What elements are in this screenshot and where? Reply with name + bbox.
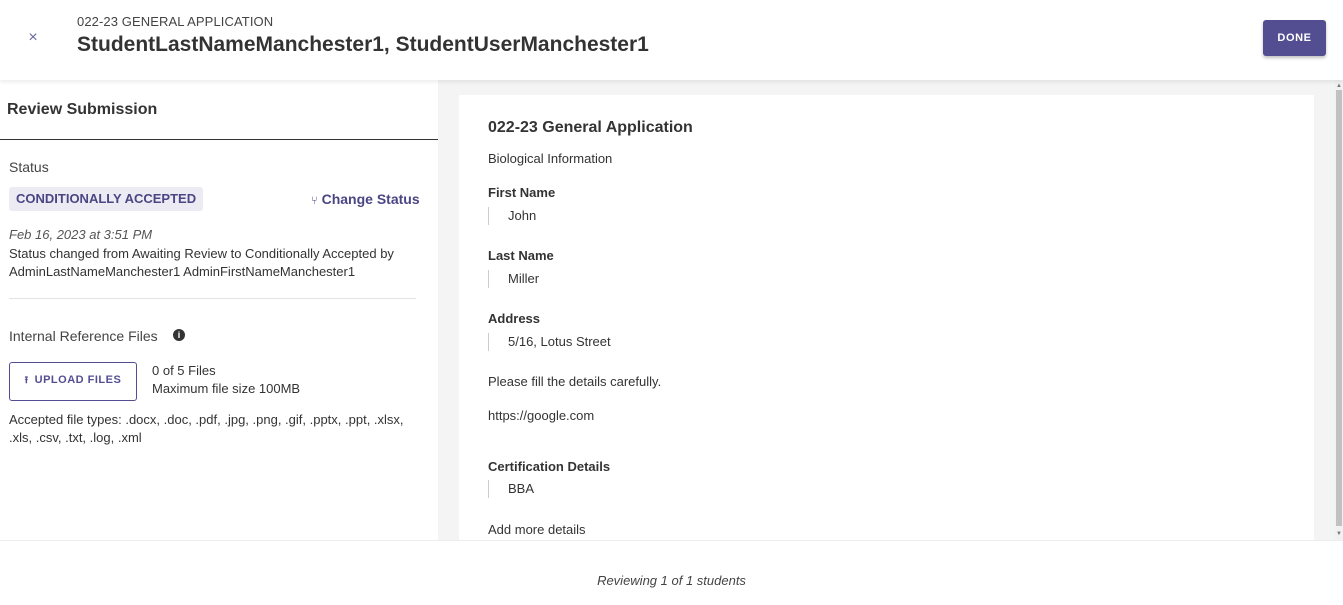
info-icon[interactable]: i [173,329,185,341]
files-count: 0 of 5 Files [152,363,216,378]
upload-label: UPLOAD FILES [34,374,122,386]
status-badge: CONDITIONALLY ACCEPTED [9,187,204,211]
review-title: Review Submission [7,101,158,118]
field-value-address: 5/16, Lotus Street [488,333,611,351]
field-label-first-name: First Name [488,185,556,200]
done-button[interactable]: DONE [1263,20,1326,56]
divider [0,139,438,140]
status-date: Feb 16, 2023 at 3:51 PM [9,227,153,242]
review-progress-text: Reviewing 1 of 1 students [597,573,746,588]
field-value-certification: BBA [488,480,534,498]
files-count-info: 0 of 5 Files Maximum file size 100MB [152,362,300,398]
max-file-size: Maximum file size 100MB [152,381,301,396]
scroll-down-icon[interactable]: ▼ [1335,530,1343,538]
field-label-certification: Certification Details [488,459,611,474]
field-value-last-name: Miller [488,270,539,288]
student-name: StudentLastNameManchester1, StudentUserM… [77,33,649,56]
field-label-address: Address [488,311,541,326]
scroll-up-icon[interactable]: ▲ [1335,82,1343,90]
form-card: 022-23 General Application Biological In… [459,95,1314,540]
application-label: 022-23 GENERAL APPLICATION [77,14,274,29]
upload-icon: ⭱ [24,375,29,386]
form-link[interactable]: https://google.com [488,408,594,423]
change-status-link[interactable]: ⑂ Change Status [311,191,420,207]
divider [9,298,416,299]
field-label-last-name: Last Name [488,248,554,263]
header-bar: × 022-23 GENERAL APPLICATION StudentLast… [0,0,1343,80]
form-note: Please fill the details carefully. [488,374,662,389]
fork-icon: ⑂ [311,195,318,207]
change-status-label: Change Status [321,191,420,207]
status-label: Status [9,159,49,175]
close-icon[interactable]: × [24,28,42,48]
review-panel: Review Submission Status CONDITIONALLY A… [0,80,438,540]
status-description: Status changed from Awaiting Review to C… [9,246,394,279]
section-heading: Biological Information [488,151,613,166]
files-label: Internal Reference Files [9,328,158,344]
footer-bar: Reviewing 1 of 1 students [0,540,1343,605]
upload-files-button[interactable]: ⭱ UPLOAD FILES [9,362,137,401]
form-title: 022-23 General Application [488,119,693,136]
field-value-first-name: John [488,207,536,225]
accepted-file-types: Accepted file types: .docx, .doc, .pdf, … [9,412,404,445]
scroll-thumb[interactable] [1336,90,1342,526]
scrollbar[interactable]: ▲ ▼ [1335,80,1343,540]
add-more-details-text: Add more details [488,522,586,537]
